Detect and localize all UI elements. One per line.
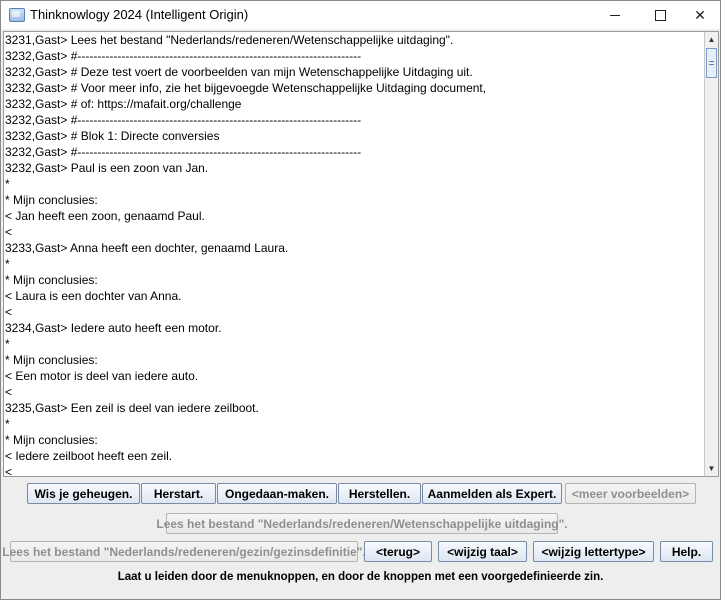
- window-title: Thinknowlogy 2024 (Intelligent Origin): [30, 7, 249, 22]
- read-file-family-definition-button[interactable]: Lees het bestand "Nederlands/redeneren/g…: [2, 541, 366, 562]
- output-text-area[interactable]: 3231,Gast> Lees het bestand "Nederlands/…: [3, 31, 704, 477]
- output-line: * Mijn conclusies:: [5, 433, 98, 447]
- back-button[interactable]: <terug>: [364, 541, 432, 562]
- undo-button[interactable]: Ongedaan-maken.: [217, 483, 337, 504]
- help-button[interactable]: Help.: [660, 541, 713, 562]
- output-line: *: [5, 177, 10, 191]
- output-line: *: [5, 337, 10, 351]
- vertical-scrollbar[interactable]: ▲ ▼: [704, 31, 719, 477]
- output-line: 3232,Gast> # of: https://mafait.org/chal…: [5, 97, 242, 111]
- output-line: <: [5, 225, 13, 239]
- restart-button[interactable]: Herstart.: [141, 483, 216, 504]
- change-language-button[interactable]: <wijzig taal>: [438, 541, 527, 562]
- scroll-down-arrow-icon[interactable]: ▼: [705, 461, 718, 476]
- output-line: <: [5, 465, 13, 477]
- output-line: 3232,Gast> # Blok 1: Directe conversies: [5, 129, 220, 143]
- output-line: * Mijn conclusies:: [5, 353, 98, 367]
- app-icon: [9, 8, 25, 22]
- close-button[interactable]: ✕: [677, 1, 721, 29]
- output-line: 3232,Gast> #----------------------------…: [5, 145, 362, 159]
- output-line: 3233,Gast> Anna heeft een dochter, genaa…: [5, 241, 289, 255]
- output-line: 3234,Gast> Iedere auto heeft een motor.: [5, 321, 222, 335]
- output-line: 3232,Gast> # Deze test voert de voorbeel…: [5, 65, 473, 79]
- hint-text: Laat u leiden door de menuknoppen, en do…: [117, 571, 604, 583]
- read-file-challenge-button[interactable]: Lees het bestand "Nederlands/redeneren/W…: [156, 513, 568, 534]
- more-examples-button[interactable]: <meer voorbeelden>: [565, 483, 696, 504]
- output-line: 3232,Gast> #----------------------------…: [5, 49, 362, 63]
- title-bar: Thinknowlogy 2024 (Intelligent Origin) ✕: [1, 1, 720, 29]
- scroll-up-arrow-icon[interactable]: ▲: [705, 32, 718, 47]
- close-icon: ✕: [694, 6, 706, 23]
- app-window: Thinknowlogy 2024 (Intelligent Origin) ✕…: [0, 0, 721, 600]
- minimize-button[interactable]: [592, 1, 638, 29]
- scroll-thumb[interactable]: [706, 48, 717, 78]
- change-font-button[interactable]: <wijzig lettertype>: [533, 541, 654, 562]
- output-line: < Jan heeft een zoon, genaamd Paul.: [5, 209, 205, 223]
- output-line: * Mijn conclusies:: [5, 273, 98, 287]
- output-line: 3232,Gast> #----------------------------…: [5, 113, 362, 127]
- output-line: <: [5, 305, 13, 319]
- minimize-icon: [610, 14, 620, 16]
- output-line: 3232,Gast> # Voor meer info, zie het bij…: [5, 81, 487, 95]
- clear-memory-button[interactable]: Wis je geheugen.: [27, 483, 140, 504]
- output-line: 3235,Gast> Een zeil is deel van iedere z…: [5, 401, 259, 415]
- output-line: < Laura is een dochter van Anna.: [5, 289, 182, 303]
- redo-button[interactable]: Herstellen.: [338, 483, 421, 504]
- output-line: * Mijn conclusies:: [5, 193, 98, 207]
- output-line: <: [5, 385, 13, 399]
- output-line: *: [5, 417, 10, 431]
- output-line: 3232,Gast> Paul is een zoon van Jan.: [5, 161, 209, 175]
- output-line: 3231,Gast> Lees het bestand "Nederlands/…: [5, 33, 454, 47]
- output-line: *: [5, 257, 10, 271]
- output-line: < Iedere zeilboot heeft een zeil.: [5, 449, 173, 463]
- output-line: < Een motor is deel van iedere auto.: [5, 369, 199, 383]
- login-expert-button[interactable]: Aanmelden als Expert.: [422, 483, 562, 504]
- maximize-icon: [654, 9, 666, 21]
